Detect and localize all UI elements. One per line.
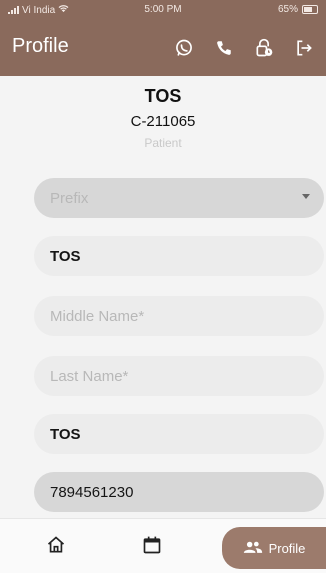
chevron-down-icon bbox=[302, 194, 310, 199]
profile-header: TOS C-211065 Patient bbox=[0, 86, 326, 150]
middle-name-field[interactable]: Middle Name* bbox=[34, 296, 324, 336]
last-name-field[interactable]: Last Name* bbox=[34, 356, 324, 396]
phone-field[interactable]: 7894561230 bbox=[34, 472, 324, 512]
display-name-value: TOS bbox=[50, 425, 81, 443]
first-name-value: TOS bbox=[50, 247, 81, 265]
patient-role: Patient bbox=[144, 136, 182, 150]
first-name-field[interactable]: TOS bbox=[34, 236, 324, 276]
status-bar: Vi India 5:00 PM 65% bbox=[0, 0, 326, 20]
app-bar-actions bbox=[172, 36, 316, 60]
app-bar: Profile bbox=[0, 20, 326, 76]
phone-icon[interactable] bbox=[212, 36, 236, 60]
battery-area: 65% bbox=[278, 4, 318, 15]
bottom-nav: Profile bbox=[0, 518, 326, 573]
patient-code: C-211065 bbox=[130, 113, 196, 130]
calendar-icon[interactable] bbox=[142, 535, 162, 555]
prefix-placeholder: Prefix bbox=[50, 189, 89, 207]
whatsapp-icon[interactable] bbox=[172, 36, 196, 60]
patient-name: TOS bbox=[144, 86, 182, 106]
last-name-placeholder: Last Name* bbox=[50, 367, 129, 385]
tab-profile[interactable]: Profile bbox=[222, 527, 326, 569]
middle-name-placeholder: Middle Name* bbox=[50, 307, 145, 325]
battery-percent: 65% bbox=[277, 4, 298, 15]
tab-profile-label: Profile bbox=[268, 540, 306, 556]
lock-clock-icon[interactable] bbox=[252, 36, 276, 60]
users-icon bbox=[243, 540, 263, 557]
logout-icon[interactable] bbox=[292, 36, 316, 60]
home-icon[interactable] bbox=[46, 535, 66, 555]
phone-value: 7894561230 bbox=[50, 483, 134, 501]
page-title: Profile bbox=[12, 35, 69, 57]
prefix-select[interactable]: Prefix bbox=[34, 178, 324, 218]
display-name-field[interactable]: TOS bbox=[34, 414, 324, 454]
battery-icon bbox=[302, 5, 318, 14]
